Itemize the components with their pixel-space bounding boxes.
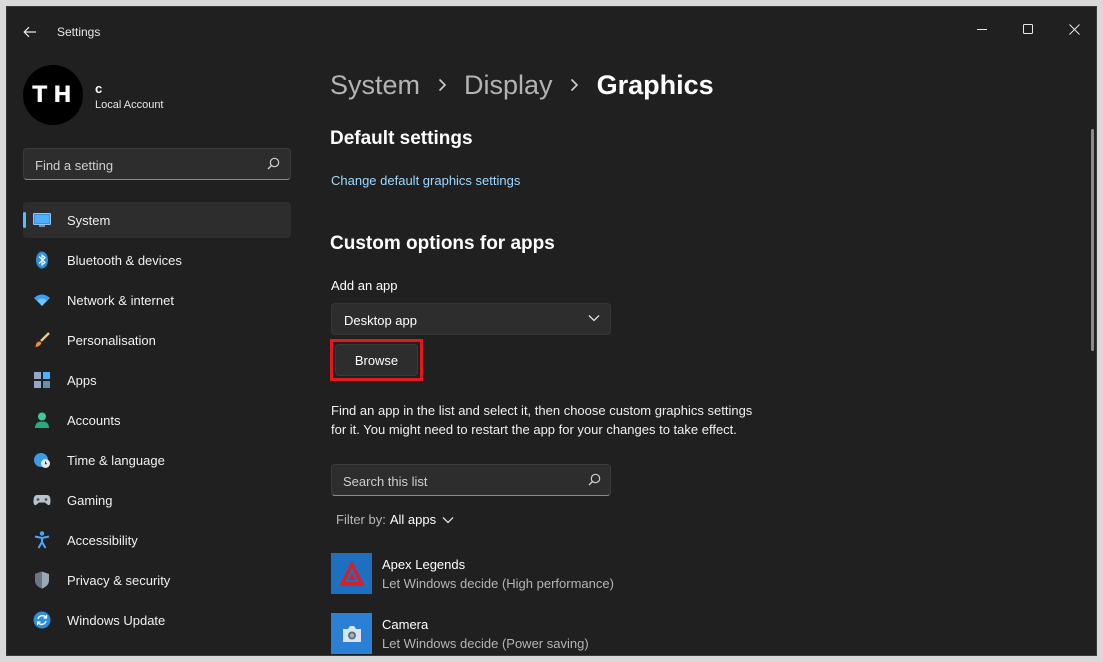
sidebar-item-label: Personalisation <box>67 333 156 348</box>
chevron-right-icon <box>420 78 464 92</box>
minimize-icon <box>977 29 987 30</box>
sidebar-item-label: Network & internet <box>67 293 174 308</box>
gamepad-icon <box>33 491 51 509</box>
change-default-graphics-link[interactable]: Change default graphics settings <box>331 173 520 188</box>
sidebar-item-accessibility[interactable]: Accessibility <box>23 522 291 558</box>
sidebar-item-personalisation[interactable]: Personalisation <box>23 322 291 358</box>
title-bar: Settings <box>7 7 1096 55</box>
sidebar-item-gaming[interactable]: Gaming <box>23 482 291 518</box>
sidebar-item-label: Accessibility <box>67 533 138 548</box>
app-list-item[interactable]: Camera Let Windows decide (Power saving) <box>331 613 831 655</box>
maximize-button[interactable] <box>1005 13 1051 45</box>
breadcrumb-display[interactable]: Display <box>464 70 553 101</box>
find-setting-input[interactable]: Find a setting <box>23 148 291 180</box>
window-title: Settings <box>57 25 101 39</box>
sidebar-item-accounts[interactable]: Accounts <box>23 402 291 438</box>
search-icon <box>267 157 280 170</box>
sidebar-item-windows-update[interactable]: Windows Update <box>23 602 291 638</box>
maximize-icon <box>1023 24 1033 34</box>
sidebar-item-bluetooth[interactable]: Bluetooth & devices <box>23 242 291 278</box>
filter-label: Filter by: <box>336 512 386 527</box>
app-graphics-preference: Let Windows decide (High performance) <box>382 576 614 591</box>
sidebar-item-label: Apps <box>67 373 97 388</box>
app-type-value: Desktop app <box>344 313 417 328</box>
app-list-item[interactable]: Apex Legends Let Windows decide (High pe… <box>331 553 831 595</box>
sidebar-item-label: Privacy & security <box>67 573 171 588</box>
filter-value: All apps <box>389 512 437 527</box>
camera-icon <box>331 613 372 654</box>
breadcrumb: System Display Graphics <box>330 67 714 103</box>
sidebar-nav: System Bluetooth & devices Network & int… <box>23 202 291 642</box>
apex-legends-icon <box>331 553 372 594</box>
globe-clock-icon <box>33 451 51 469</box>
find-setting-placeholder: Find a setting <box>35 158 114 173</box>
add-app-label: Add an app <box>331 278 398 293</box>
sidebar-item-time-language[interactable]: Time & language <box>23 442 291 478</box>
search-list-input[interactable]: Search this list <box>331 464 611 496</box>
chevron-down-icon <box>588 315 600 322</box>
close-icon <box>1068 23 1080 35</box>
sidebar-item-label: Windows Update <box>67 613 166 628</box>
sidebar-item-label: Gaming <box>67 493 113 508</box>
sidebar-item-network[interactable]: Network & internet <box>23 282 291 318</box>
settings-window: Settings TH c Local Account Find a setti… <box>6 6 1097 656</box>
monitor-icon <box>33 211 51 229</box>
close-button[interactable] <box>1051 13 1096 45</box>
app-type-dropdown[interactable]: Desktop app <box>331 303 611 335</box>
minimize-button[interactable] <box>959 13 1005 45</box>
app-graphics-preference: Let Windows decide (Power saving) <box>382 636 589 651</box>
person-icon <box>33 411 51 429</box>
user-name: c <box>95 81 103 96</box>
sidebar-item-apps[interactable]: Apps <box>23 362 291 398</box>
scrollbar[interactable] <box>1091 129 1094 351</box>
sidebar-item-label: Bluetooth & devices <box>67 253 182 268</box>
app-name: Apex Legends <box>382 557 466 572</box>
apps-icon <box>33 371 51 389</box>
page-title: Graphics <box>596 69 714 100</box>
search-list-placeholder: Search this list <box>343 474 428 489</box>
sidebar-item-label: Accounts <box>67 413 121 428</box>
custom-options-heading: Custom options for apps <box>330 233 555 254</box>
search-icon <box>588 473 601 486</box>
back-button[interactable] <box>19 21 41 43</box>
sidebar-item-label: Time & language <box>67 453 165 468</box>
default-settings-heading: Default settings <box>330 128 473 149</box>
browse-button[interactable]: Browse <box>335 344 418 376</box>
sidebar-item-system[interactable]: System <box>23 202 291 238</box>
app-name: Camera <box>382 617 429 632</box>
shield-icon <box>33 571 51 589</box>
accessibility-icon <box>33 531 51 549</box>
avatar[interactable]: TH <box>23 65 83 125</box>
brush-icon <box>33 331 51 349</box>
chevron-right-icon <box>553 78 597 92</box>
filter-by-control[interactable]: Filter by: All apps <box>336 512 454 527</box>
app-list-description: Find an app in the list and select it, t… <box>331 403 753 437</box>
avatar-initials: TH <box>32 82 78 108</box>
account-type: Local Account <box>95 99 164 111</box>
update-icon <box>33 611 51 629</box>
chevron-down-icon <box>442 516 454 523</box>
bluetooth-icon <box>33 251 51 269</box>
wifi-icon <box>33 291 51 309</box>
sidebar-item-label: System <box>67 213 111 228</box>
breadcrumb-system[interactable]: System <box>330 70 420 101</box>
back-arrow-icon <box>23 26 36 38</box>
sidebar-item-privacy-security[interactable]: Privacy & security <box>23 562 291 598</box>
